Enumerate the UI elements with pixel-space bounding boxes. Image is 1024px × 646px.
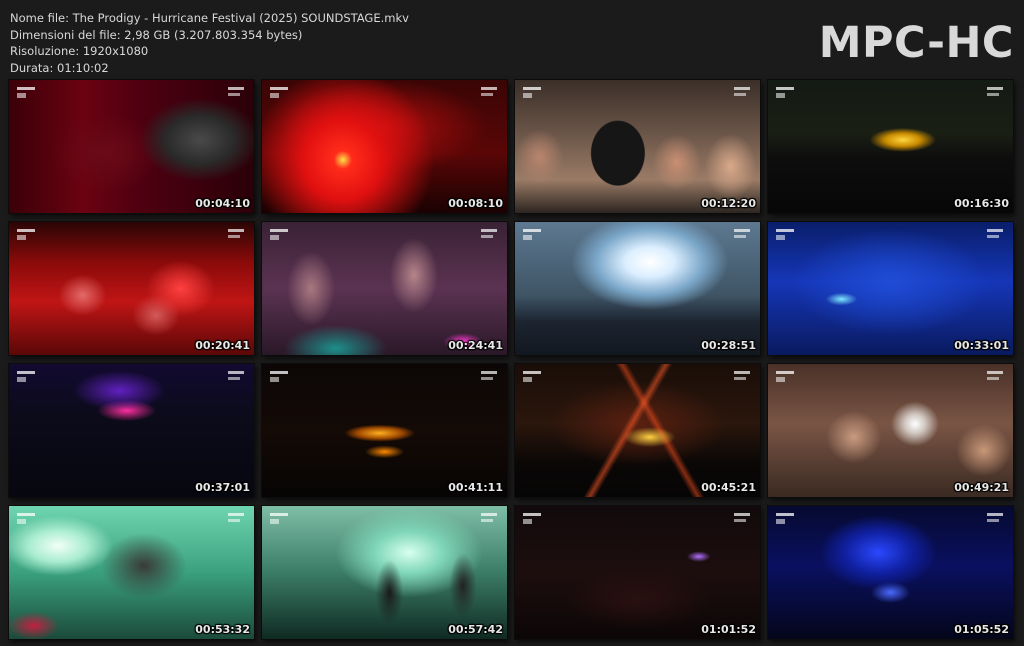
thumbnail-grid: 00:04:10 00:08:10 00:12:20 00:16:30 00:2… — [9, 80, 1013, 639]
channel-logo — [776, 229, 796, 242]
file-size: Dimensioni del file: 2,98 GB (3.207.803.… — [10, 27, 303, 42]
broadcaster-logo — [987, 371, 1003, 383]
frame-image — [515, 506, 760, 639]
thumbnail: 00:12:20 — [515, 80, 760, 213]
broadcaster-logo — [987, 229, 1003, 241]
thumbnail: 00:45:21 — [515, 364, 760, 497]
timestamp: 00:37:01 — [195, 481, 250, 494]
thumbnail: 00:08:10 — [262, 80, 507, 213]
broadcaster-logo — [228, 87, 244, 99]
file-duration: Durata: 01:10:02 — [10, 60, 109, 75]
channel-logo — [776, 513, 796, 526]
timestamp: 00:33:01 — [954, 339, 1009, 352]
broadcaster-logo — [228, 513, 244, 525]
frame-image — [515, 364, 760, 497]
frame-image — [768, 222, 1013, 355]
thumbnail: 00:49:21 — [768, 364, 1013, 497]
channel-logo — [17, 371, 37, 384]
channel-logo — [523, 513, 543, 526]
channel-logo — [270, 87, 290, 100]
thumbnail: 00:16:30 — [768, 80, 1013, 213]
channel-logo — [270, 229, 290, 242]
frame-image — [262, 80, 507, 213]
timestamp: 00:20:41 — [195, 339, 250, 352]
timestamp: 00:57:42 — [448, 623, 503, 636]
timestamp: 00:04:10 — [195, 197, 250, 210]
thumbnail: 00:28:51 — [515, 222, 760, 355]
file-info-panel: Nome file: The Prodigy - Hurricane Festi… — [10, 10, 409, 76]
broadcaster-logo — [734, 371, 750, 383]
file-resolution: Risoluzione: 1920x1080 — [10, 44, 149, 58]
timestamp: 00:08:10 — [448, 197, 503, 210]
thumbnail: 00:04:10 — [9, 80, 254, 213]
timestamp: 00:16:30 — [954, 197, 1009, 210]
broadcaster-logo — [228, 371, 244, 383]
channel-logo — [776, 87, 796, 100]
frame-image — [515, 80, 760, 213]
broadcaster-logo — [228, 229, 244, 241]
mpc-hc-logo: MPC-HC — [818, 18, 1014, 68]
timestamp: 00:28:51 — [701, 339, 756, 352]
channel-logo — [523, 229, 543, 242]
broadcaster-logo — [734, 229, 750, 241]
channel-logo — [17, 229, 37, 242]
timestamp: 00:45:21 — [701, 481, 756, 494]
channel-logo — [523, 371, 543, 384]
thumbnail: 00:33:01 — [768, 222, 1013, 355]
frame-image — [9, 222, 254, 355]
timestamp: 00:12:20 — [701, 197, 756, 210]
timestamp: 00:24:41 — [448, 339, 503, 352]
channel-logo — [270, 513, 290, 526]
timestamp: 00:41:11 — [448, 481, 503, 494]
frame-image — [262, 364, 507, 497]
timestamp: 00:53:32 — [195, 623, 250, 636]
thumbnail: 00:41:11 — [262, 364, 507, 497]
frame-image — [9, 80, 254, 213]
frame-image — [262, 506, 507, 639]
file-name: Nome file: The Prodigy - Hurricane Festi… — [10, 11, 409, 25]
broadcaster-logo — [481, 87, 497, 99]
channel-logo — [17, 87, 37, 100]
broadcaster-logo — [734, 513, 750, 525]
channel-logo — [17, 513, 37, 526]
thumbnail: 00:20:41 — [9, 222, 254, 355]
frame-image — [262, 222, 507, 355]
channel-logo — [776, 371, 796, 384]
timestamp: 01:05:52 — [954, 623, 1009, 636]
timestamp: 00:49:21 — [954, 481, 1009, 494]
frame-image — [768, 364, 1013, 497]
broadcaster-logo — [481, 229, 497, 241]
thumbnail: 00:57:42 — [262, 506, 507, 639]
broadcaster-logo — [481, 513, 497, 525]
channel-logo — [270, 371, 290, 384]
broadcaster-logo — [481, 371, 497, 383]
broadcaster-logo — [987, 87, 1003, 99]
thumbnail: 01:05:52 — [768, 506, 1013, 639]
frame-image — [768, 506, 1013, 639]
thumbnail: 00:53:32 — [9, 506, 254, 639]
frame-image — [515, 222, 760, 355]
thumbnail: 00:37:01 — [9, 364, 254, 497]
thumbnail: 01:01:52 — [515, 506, 760, 639]
broadcaster-logo — [734, 87, 750, 99]
frame-image — [9, 364, 254, 497]
timestamp: 01:01:52 — [701, 623, 756, 636]
frame-image — [9, 506, 254, 639]
broadcaster-logo — [987, 513, 1003, 525]
channel-logo — [523, 87, 543, 100]
frame-image — [768, 80, 1013, 213]
thumbnail: 00:24:41 — [262, 222, 507, 355]
